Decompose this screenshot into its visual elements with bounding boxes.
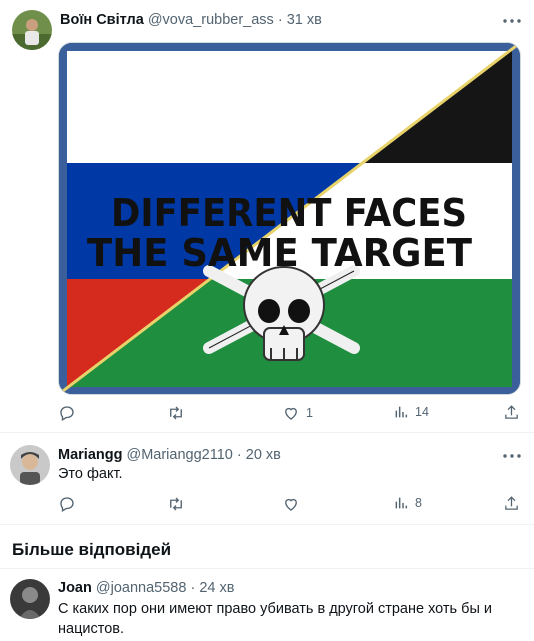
author-name[interactable]: Воїн Світла (60, 12, 144, 28)
timestamp[interactable]: 20 хв (246, 447, 281, 463)
tweet-main[interactable]: Воїн Світла @vova_rubber_ass · 31 хв DIF… (0, 0, 534, 430)
reply-tweet[interactable]: Mariangg @Mariangg2110 · 20 хв Это факт.… (0, 433, 534, 523)
retweet-icon (170, 497, 182, 511)
retweet-button[interactable] (166, 495, 192, 513)
reply-icon (60, 406, 74, 421)
separator-dot: · (190, 580, 196, 596)
like-count: 1 (306, 406, 313, 420)
author-handle[interactable]: @vova_rubber_ass (148, 12, 274, 28)
views-icon (395, 406, 408, 418)
tweet-text: Это факт. (58, 466, 123, 482)
author-handle[interactable]: @Mariangg2110 (126, 447, 232, 463)
retweet-icon (170, 406, 182, 420)
views-count: 8 (415, 496, 422, 510)
like-button[interactable]: 1 (282, 404, 313, 422)
tweet-text: С каких пор они имеют право убивать в др… (58, 601, 492, 637)
like-button[interactable] (282, 495, 306, 513)
reply-button[interactable] (58, 495, 82, 513)
tweet-image[interactable]: DIFFERENT FACES THE SAME TARGET (58, 42, 521, 395)
timestamp[interactable]: 31 хв (287, 12, 322, 28)
author-handle[interactable]: @joanna5588 (96, 580, 187, 596)
more-icon[interactable] (502, 11, 522, 31)
retweet-button[interactable] (166, 404, 192, 422)
image-text-line1: DIFFERENT FACES (111, 191, 467, 235)
separator-dot: · (236, 447, 242, 463)
views-button[interactable]: 8 (393, 495, 422, 511)
share-icon (505, 405, 518, 419)
author-name[interactable]: Mariangg (58, 447, 122, 463)
divider (0, 524, 534, 525)
share-icon (505, 496, 518, 510)
views-button[interactable]: 14 (393, 404, 429, 420)
avatar[interactable] (10, 445, 50, 485)
avatar[interactable] (10, 579, 50, 619)
reply-tweet[interactable]: Joan @joanna5588 · 24 хв С каких пор они… (0, 569, 534, 641)
tweet-actions: 1 14 (0, 404, 534, 424)
like-icon (285, 407, 297, 420)
like-icon (285, 498, 297, 511)
more-replies-heading: Більше відповідей (12, 540, 172, 559)
image-text-line2: THE SAME TARGET (87, 231, 472, 275)
avatar[interactable] (12, 10, 52, 50)
more-icon[interactable] (502, 446, 522, 466)
separator-dot: · (277, 12, 283, 28)
reply-icon (60, 497, 74, 512)
timestamp[interactable]: 24 хв (199, 580, 234, 596)
views-icon (395, 497, 408, 509)
reply-button[interactable] (58, 404, 82, 422)
views-count: 14 (415, 405, 429, 419)
share-button[interactable] (503, 495, 520, 512)
tweet-actions: 8 (0, 495, 534, 515)
share-button[interactable] (503, 404, 520, 421)
author-name[interactable]: Joan (58, 580, 92, 596)
